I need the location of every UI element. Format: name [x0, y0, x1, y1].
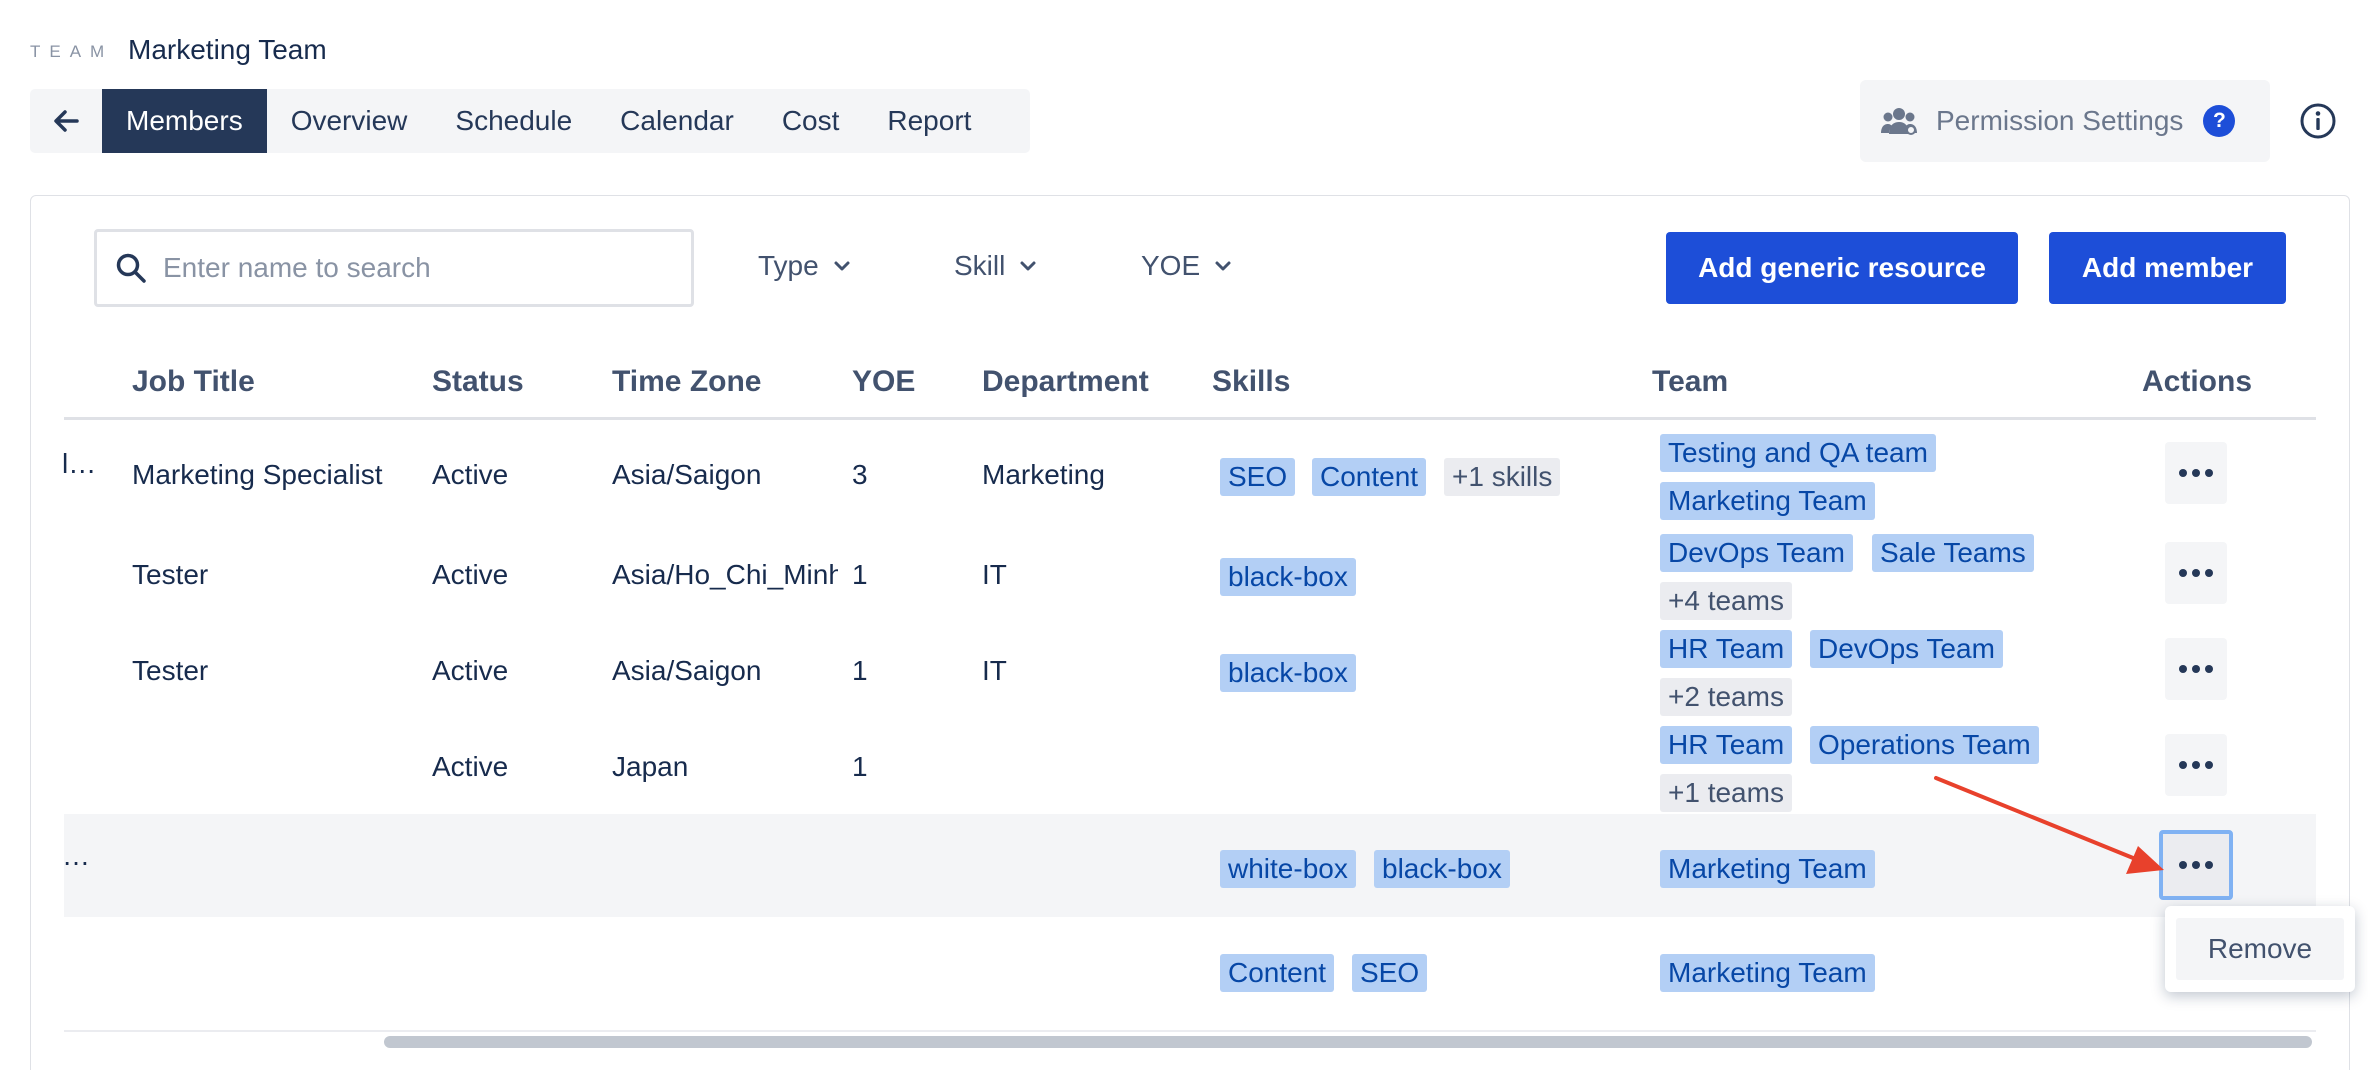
tab-members[interactable]: Members [102, 89, 267, 153]
team-tag: DevOps Team [1660, 534, 1853, 572]
job-title-cell: Marketing Specialist [132, 459, 383, 490]
search-box[interactable] [94, 229, 694, 307]
tab-schedule[interactable]: Schedule [431, 89, 596, 153]
permission-settings-button[interactable]: Permission Settings ? [1860, 80, 2270, 162]
chevron-down-icon [1215, 261, 1231, 271]
search-input[interactable] [163, 252, 683, 284]
help-icon[interactable]: ? [2203, 105, 2236, 137]
yoe-cell: 1 [852, 559, 868, 590]
filter-skill-label: Skill [954, 250, 1006, 281]
column-header-time-zone[interactable]: Time Zone [612, 365, 761, 399]
team-tag: Marketing Team [1660, 482, 1875, 520]
skill-tag: SEO [1220, 458, 1296, 496]
filter-yoe-label: YOE [1141, 250, 1201, 281]
tab-report[interactable]: Report [863, 89, 995, 153]
yoe-cell: 3 [852, 459, 868, 490]
column-header-actions: Actions [2142, 365, 2253, 398]
more-icon [2179, 665, 2213, 673]
column-header-yoe[interactable]: YOE [852, 365, 915, 399]
team-tag: Testing and QA team [1660, 434, 1936, 472]
time-zone-cell: Asia/Saigon [612, 459, 762, 490]
department-cell: IT [982, 559, 1007, 590]
tab-bar: Members Overview Schedule Calendar Cost … [30, 89, 1030, 153]
department-cell: IT [982, 655, 1007, 686]
header-divider [64, 417, 2316, 420]
skill-tag: black-box [1220, 558, 1356, 596]
skill-tag: Content [1220, 954, 1335, 992]
more-icon [2179, 469, 2213, 477]
tab-overview[interactable]: Overview [267, 89, 432, 153]
more-icon [2179, 761, 2213, 769]
job-title-cell: Tester [132, 559, 209, 590]
tab-cost[interactable]: Cost [758, 89, 864, 153]
row-actions-button[interactable] [2165, 442, 2227, 504]
filter-skill[interactable]: Skill [954, 250, 1037, 282]
team-tag: HR Team [1660, 726, 1793, 764]
remove-menu-item[interactable]: Remove [2176, 918, 2344, 980]
team-tag: Marketing Team [1660, 954, 1875, 992]
status-cell: Active [432, 655, 509, 686]
name-cell-clipped: … [62, 840, 90, 871]
row-actions-button-active[interactable] [2159, 830, 2233, 900]
column-header-status[interactable]: Status [432, 365, 524, 399]
page-title: Marketing Team [128, 34, 327, 65]
teams-more-tag[interactable]: +1 teams [1660, 774, 1792, 812]
team-tag: HR Team [1660, 630, 1793, 668]
skill-tag: white-box [1220, 850, 1356, 888]
filter-yoe[interactable]: YOE [1141, 250, 1232, 282]
row-actions-button[interactable] [2165, 638, 2227, 700]
team-tag: Marketing Team [1660, 850, 1875, 888]
column-header-department[interactable]: Department [982, 365, 1149, 399]
row-actions-button[interactable] [2165, 542, 2227, 604]
chevron-down-icon [1020, 261, 1036, 271]
skill-tag: black-box [1374, 850, 1510, 888]
back-button[interactable] [30, 89, 102, 153]
teams-more-tag[interactable]: +2 teams [1660, 678, 1792, 716]
team-tag: Operations Team [1810, 726, 2039, 764]
row-actions-menu: Remove [2165, 906, 2355, 992]
time-zone-cell: Asia/Saigon [612, 655, 762, 686]
time-zone-cell: Japan [612, 751, 689, 782]
add-member-button[interactable]: Add member [2049, 232, 2286, 304]
section-label: TEAM [30, 42, 114, 61]
search-icon [116, 253, 146, 283]
skill-tag: black-box [1220, 654, 1356, 692]
skill-tag: Content [1312, 458, 1427, 496]
skill-tag: SEO [1352, 954, 1428, 992]
filter-type[interactable]: Type [758, 250, 851, 282]
status-cell: Active [432, 459, 509, 490]
column-header-team[interactable]: Team [1652, 365, 1728, 399]
tab-calendar[interactable]: Calendar [596, 89, 758, 153]
team-tag: DevOps Team [1810, 630, 2003, 668]
status-cell: Active [432, 559, 509, 590]
yoe-cell: 1 [852, 751, 868, 782]
column-header-job-title[interactable]: Job Title [132, 365, 255, 399]
column-header-skills[interactable]: Skills [1212, 365, 1290, 399]
department-cell: Marketing [982, 459, 1105, 490]
table-row-hover [64, 814, 2316, 917]
filter-type-label: Type [758, 250, 819, 281]
add-generic-resource-button[interactable]: Add generic resource [1666, 232, 2018, 304]
status-cell: Active [432, 751, 509, 782]
chevron-down-icon [834, 261, 850, 271]
job-title-cell: Tester [132, 655, 209, 686]
users-icon [1881, 108, 1917, 135]
skills-more-tag[interactable]: +1 skills [1444, 458, 1561, 496]
team-tag: Sale Teams [1872, 534, 2034, 572]
yoe-cell: 1 [852, 655, 868, 686]
horizontal-scrollbar-thumb[interactable] [384, 1036, 2312, 1048]
more-icon [2179, 861, 2213, 869]
arrow-left-icon [54, 110, 79, 132]
teams-more-tag[interactable]: +4 teams [1660, 582, 1792, 620]
info-icon[interactable] [2299, 102, 2337, 140]
time-zone-cell: Asia/Ho_Chi_Minh [612, 559, 838, 590]
name-cell-clipped: l… [62, 448, 97, 479]
permission-settings-label: Permission Settings [1936, 105, 2184, 136]
row-actions-button[interactable] [2165, 734, 2227, 796]
more-icon [2179, 569, 2213, 577]
